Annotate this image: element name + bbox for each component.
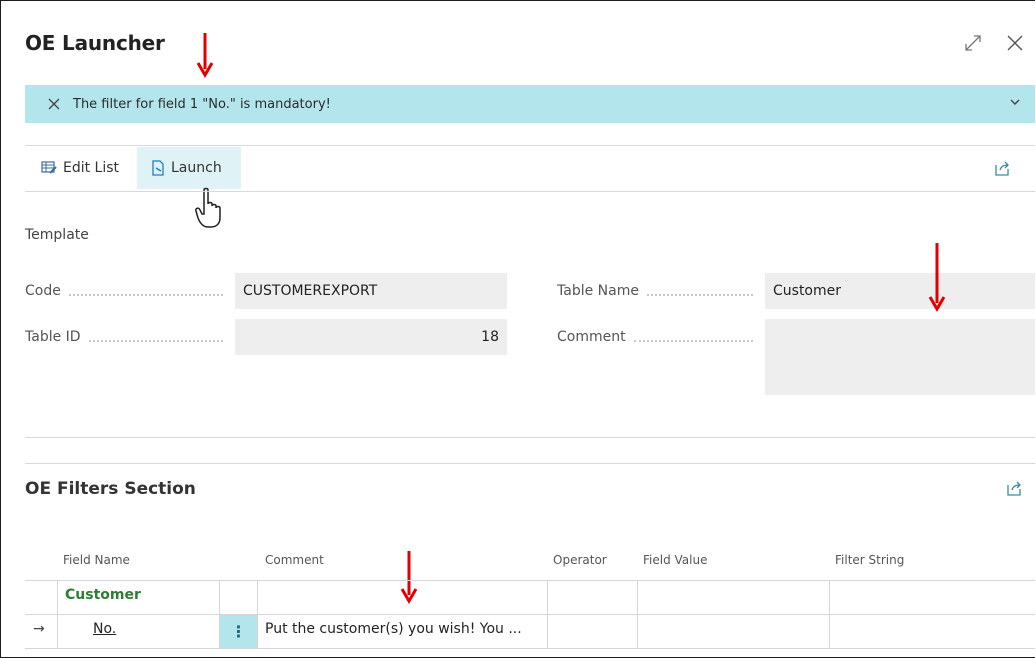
oe-launcher-window: OE Launcher The filter for field 1 "No."… xyxy=(0,0,1035,658)
page-title: OE Launcher xyxy=(25,31,165,55)
error-banner: The filter for field 1 "No." is mandator… xyxy=(25,85,1035,123)
column-header-field-name[interactable]: Field Name xyxy=(63,553,130,567)
chevron-down-icon[interactable] xyxy=(1009,96,1021,112)
row-menu-icon[interactable]: ⋮ xyxy=(220,615,257,648)
column-header-operator[interactable]: Operator xyxy=(553,553,607,567)
close-icon[interactable] xyxy=(1001,29,1029,57)
grid-line xyxy=(25,580,1035,581)
grid-line xyxy=(547,580,548,648)
grid-line xyxy=(829,580,830,648)
grid-line xyxy=(25,614,1035,615)
code-label: Code xyxy=(25,283,231,299)
column-header-field-value[interactable]: Field Value xyxy=(643,553,707,567)
expand-icon[interactable] xyxy=(959,29,987,57)
edit-list-icon xyxy=(41,161,57,175)
hand-cursor-icon xyxy=(195,187,225,233)
toolbar-divider-bottom xyxy=(25,191,1035,192)
table-name-field[interactable]: Customer xyxy=(765,273,1035,309)
row-selected-arrow-icon: → xyxy=(33,621,45,637)
filters-section-title: OE Filters Section xyxy=(25,479,196,499)
code-field[interactable]: CUSTOMEREXPORT xyxy=(235,273,507,309)
red-arrow-annotation-icon xyxy=(400,551,418,604)
table-id-field[interactable]: 18 xyxy=(235,319,507,355)
grid-line xyxy=(637,580,638,648)
column-header-filter-string[interactable]: Filter String xyxy=(835,553,904,567)
banner-message: The filter for field 1 "No." is mandator… xyxy=(73,96,331,112)
section-divider-1 xyxy=(25,437,1035,438)
table-row-comment[interactable]: Put the customer(s) you wish! You ... xyxy=(265,621,522,637)
red-arrow-annotation-icon xyxy=(196,33,214,78)
grid-line xyxy=(25,648,1035,649)
grid-line xyxy=(257,580,258,648)
section-divider-2 xyxy=(25,463,1035,464)
table-row-field-name-link[interactable]: No. xyxy=(93,621,116,637)
launch-button[interactable]: Launch xyxy=(137,147,241,189)
table-id-label: Table ID xyxy=(25,329,231,345)
edit-list-button[interactable]: Edit List xyxy=(33,147,137,189)
column-header-comment[interactable]: Comment xyxy=(265,553,324,567)
red-arrow-annotation-icon xyxy=(928,243,946,312)
toolbar-divider-top xyxy=(25,145,1035,146)
grid-line xyxy=(57,580,58,648)
template-section-label: Template xyxy=(25,227,89,243)
table-name-label: Table Name xyxy=(557,283,761,299)
dismiss-icon[interactable] xyxy=(45,98,63,110)
share-icon[interactable] xyxy=(993,159,1011,181)
comment-field[interactable] xyxy=(765,319,1035,395)
table-row-group-name[interactable]: Customer xyxy=(65,587,141,603)
comment-label: Comment xyxy=(557,329,761,345)
filters-share-icon[interactable] xyxy=(1005,479,1023,501)
launch-icon xyxy=(151,160,165,176)
